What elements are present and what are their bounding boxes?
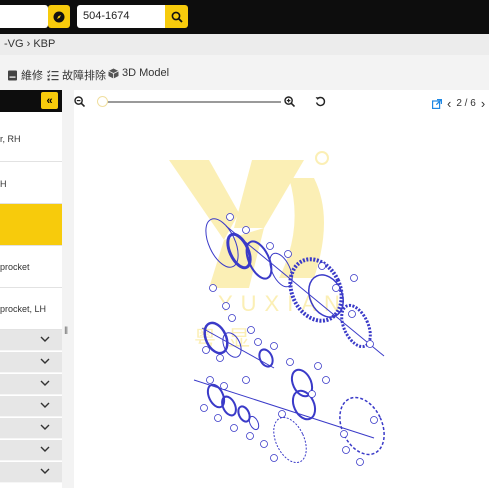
double-chevron-left-icon: « [46,94,53,107]
chevron-down-icon [40,446,50,452]
zoom-in-icon[interactable] [284,96,295,107]
3d-model-label: 3D Model [122,67,170,79]
collapsed-group-row[interactable] [0,462,62,483]
checklist-icon [47,69,59,80]
3d-model-button[interactable]: 3D Model [108,67,169,79]
zoom-slider[interactable] [98,101,281,103]
page-indicator: 2 / 6 [456,98,476,109]
parts-list-item[interactable]: procket, LH [0,288,62,330]
parts-list-item-label: procket, LH [0,304,47,314]
collapsed-group-row[interactable] [0,330,62,351]
cube-icon [108,68,119,78]
collapsed-group-row[interactable] [0,374,62,395]
search-button[interactable] [165,5,188,28]
chevron-down-icon [40,380,50,386]
parts-list-item-label: r, RH [0,134,21,144]
compass-icon [53,11,65,22]
serial-search-input[interactable] [0,5,48,28]
collapse-panel-button[interactable]: « [41,92,58,109]
diagram-viewer: ‹ 2 / 6 › YUXIAN 粤显 [74,90,489,488]
parts-list-item-label: H [0,179,7,189]
collapsed-group-row[interactable] [0,418,62,439]
breadcrumb: -VG › KBP [0,34,489,55]
chevron-down-icon [40,402,50,408]
book-icon [8,70,17,80]
page-navigator: ‹ 2 / 6 › [432,96,485,111]
exploded-parts-diagram[interactable]: YUXIAN 粤显 [74,118,489,488]
collapsed-group-row[interactable] [0,440,62,461]
chevron-down-icon [40,336,50,342]
chevron-left-icon[interactable]: ‹ [447,96,451,111]
chevron-down-icon [40,468,50,474]
parts-list-item-selected[interactable] [0,204,62,246]
troubleshoot-label: 故障排除 [62,70,106,82]
parts-list-item[interactable]: r, RH [0,112,62,162]
chevron-down-icon [40,358,50,364]
collapsed-group-row[interactable] [0,352,62,373]
chevron-down-icon [40,424,50,430]
parts-list-item-label: procket [0,262,30,272]
repair-button[interactable]: 維修 [7,67,43,83]
troubleshoot-button[interactable]: 故障排除 [47,67,106,83]
repair-label: 維修 [21,70,43,82]
zoom-out-icon[interactable] [74,96,85,107]
collapsed-group-row[interactable] [0,396,62,417]
parts-list-panel: « r, RH H procket procket, LH [0,90,62,488]
breadcrumb-text[interactable]: -VG › KBP [4,38,55,50]
toolbar: 維修 故障排除 3D Model [0,57,489,91]
search-icon [171,11,183,23]
watermark-text: YUXIAN [218,291,348,316]
compass-button[interactable] [48,5,70,28]
parts-list-item[interactable]: procket [0,246,62,288]
top-bar: 504-1674 [0,0,489,34]
rotate-left-icon[interactable] [315,96,326,107]
panel-splitter[interactable]: ‖ [62,90,74,488]
external-link-icon[interactable] [432,98,442,109]
zoom-slider-handle[interactable] [97,96,109,107]
part-search-input[interactable]: 504-1674 [77,5,165,28]
parts-list-item[interactable]: H [0,162,62,204]
drag-handle-icon: ‖ [64,326,69,337]
parts-list-header: « [0,90,62,112]
chevron-right-icon[interactable]: › [481,96,485,111]
